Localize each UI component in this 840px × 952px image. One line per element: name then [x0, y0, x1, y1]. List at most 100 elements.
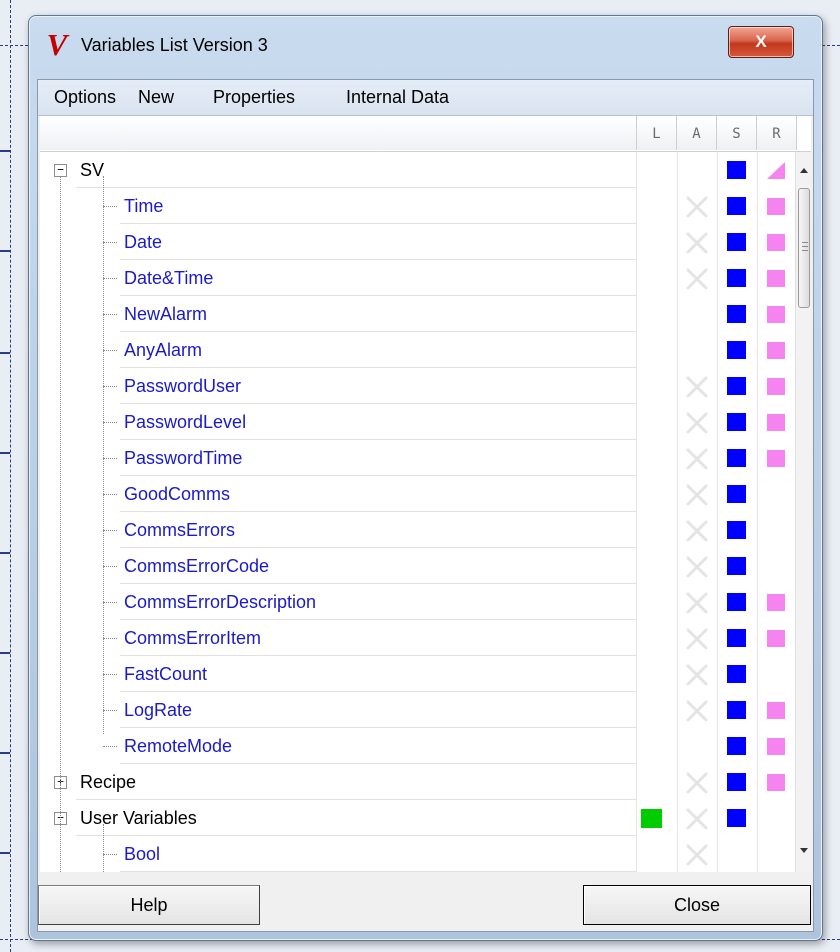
tree-name-cell[interactable]: CommsErrorCode: [40, 548, 637, 584]
column-l-cell[interactable]: [637, 476, 678, 512]
tree-item-label[interactable]: Time: [124, 196, 163, 217]
tree-name-cell[interactable]: User Variables −: [40, 800, 637, 836]
vertical-scrollbar[interactable]: [795, 152, 811, 872]
tree-row[interactable]: PasswordTime: [40, 440, 798, 476]
column-r-cell[interactable]: [757, 296, 798, 332]
tree-item-label[interactable]: LogRate: [124, 700, 192, 721]
column-l-cell[interactable]: [637, 368, 678, 404]
column-s-cell[interactable]: [717, 260, 758, 296]
column-l-cell[interactable]: [637, 332, 678, 368]
tree-name-cell[interactable]: PasswordLevel: [40, 404, 637, 440]
tree-row[interactable]: Time: [40, 188, 798, 224]
column-s-cell[interactable]: [717, 764, 758, 800]
column-l-cell[interactable]: [637, 656, 678, 692]
scroll-down-arrow-icon[interactable]: [800, 848, 808, 853]
tree-name-cell[interactable]: PasswordUser: [40, 368, 637, 404]
tree-name-cell[interactable]: RemoteMode: [40, 728, 637, 764]
tree-name-cell[interactable]: LogRate: [40, 692, 637, 728]
column-r-cell[interactable]: [757, 404, 798, 440]
column-header-l[interactable]: L: [637, 116, 677, 150]
tree-name-cell[interactable]: Bool: [40, 836, 637, 872]
scroll-up-arrow-icon[interactable]: [800, 168, 808, 173]
tree-item-label[interactable]: PasswordLevel: [124, 412, 246, 433]
column-l-cell[interactable]: [637, 692, 678, 728]
column-l-cell[interactable]: [637, 764, 678, 800]
tree-item-label[interactable]: User Variables: [80, 808, 197, 829]
column-header-s[interactable]: S: [717, 116, 757, 150]
tree-item-label[interactable]: Date: [124, 232, 162, 253]
tree-item-label[interactable]: PasswordTime: [124, 448, 242, 469]
tree-name-cell[interactable]: Recipe +: [40, 764, 637, 800]
column-a-cell[interactable]: [677, 152, 718, 188]
tree-item-label[interactable]: FastCount: [124, 664, 207, 685]
column-r-cell[interactable]: [757, 620, 798, 656]
tree-row[interactable]: Date&Time: [40, 260, 798, 296]
column-s-cell[interactable]: [717, 296, 758, 332]
tree-item-label[interactable]: AnyAlarm: [124, 340, 202, 361]
column-l-cell[interactable]: [637, 800, 678, 836]
tree-row[interactable]: CommsErrorDescription: [40, 584, 798, 620]
column-r-cell[interactable]: [757, 440, 798, 476]
tree-row[interactable]: NewAlarm: [40, 296, 798, 332]
column-a-cell[interactable]: [677, 368, 718, 404]
tree-row[interactable]: RemoteMode: [40, 728, 798, 764]
column-a-cell[interactable]: [677, 296, 718, 332]
title-bar[interactable]: V Variables List Version 3 X: [29, 16, 822, 78]
tree-name-cell[interactable]: AnyAlarm: [40, 332, 637, 368]
column-s-cell[interactable]: [717, 512, 758, 548]
column-a-cell[interactable]: [677, 620, 718, 656]
column-l-cell[interactable]: [637, 512, 678, 548]
close-button[interactable]: Close: [583, 885, 811, 925]
tree-item-label[interactable]: CommsErrorItem: [124, 628, 261, 649]
column-a-cell[interactable]: [677, 656, 718, 692]
column-r-cell[interactable]: [757, 836, 798, 872]
tree-row[interactable]: PasswordLevel: [40, 404, 798, 440]
tree-name-cell[interactable]: GoodComms: [40, 476, 637, 512]
tree-item-label[interactable]: Recipe: [80, 772, 136, 793]
menu-new[interactable]: New: [138, 87, 174, 108]
scrollbar-thumb[interactable]: [798, 188, 810, 308]
column-a-cell[interactable]: [677, 260, 718, 296]
column-s-cell[interactable]: [717, 368, 758, 404]
tree-item-label[interactable]: RemoteMode: [124, 736, 232, 757]
help-button[interactable]: Help: [38, 885, 260, 925]
tree-item-label[interactable]: GoodComms: [124, 484, 230, 505]
column-a-cell[interactable]: [677, 332, 718, 368]
column-s-cell[interactable]: [717, 404, 758, 440]
tree-item-label[interactable]: CommsErrorCode: [124, 556, 269, 577]
tree-item-label[interactable]: SV: [80, 160, 104, 181]
menu-internal-data[interactable]: Internal Data: [346, 87, 449, 108]
column-a-cell[interactable]: [677, 764, 718, 800]
column-r-cell[interactable]: [757, 368, 798, 404]
column-r-cell[interactable]: [757, 476, 798, 512]
tree-item-label[interactable]: CommsErrors: [124, 520, 235, 541]
tree-item-label[interactable]: Date&Time: [124, 268, 213, 289]
column-s-cell[interactable]: [717, 800, 758, 836]
tree-item-label[interactable]: CommsErrorDescription: [124, 592, 316, 613]
column-a-cell[interactable]: [677, 728, 718, 764]
tree-name-cell[interactable]: CommsErrors: [40, 512, 637, 548]
tree-name-cell[interactable]: NewAlarm: [40, 296, 637, 332]
column-l-cell[interactable]: [637, 404, 678, 440]
column-header-r[interactable]: R: [757, 116, 797, 150]
column-a-cell[interactable]: [677, 584, 718, 620]
column-l-cell[interactable]: [637, 836, 678, 872]
tree-row[interactable]: AnyAlarm: [40, 332, 798, 368]
column-s-cell[interactable]: [717, 332, 758, 368]
column-l-cell[interactable]: [637, 296, 678, 332]
column-l-cell[interactable]: [637, 188, 678, 224]
tree-row[interactable]: PasswordUser: [40, 368, 798, 404]
column-r-cell[interactable]: [757, 188, 798, 224]
tree-name-cell[interactable]: Time: [40, 188, 637, 224]
column-a-cell[interactable]: [677, 188, 718, 224]
column-header-name[interactable]: [40, 116, 637, 150]
tree-name-cell[interactable]: PasswordTime: [40, 440, 637, 476]
column-r-cell[interactable]: [757, 224, 798, 260]
column-l-cell[interactable]: [637, 152, 678, 188]
window-close-button[interactable]: X: [728, 26, 794, 58]
column-a-cell[interactable]: [677, 836, 718, 872]
column-r-cell[interactable]: [757, 728, 798, 764]
tree-name-cell[interactable]: FastCount: [40, 656, 637, 692]
tree-row[interactable]: FastCount: [40, 656, 798, 692]
column-l-cell[interactable]: [637, 728, 678, 764]
